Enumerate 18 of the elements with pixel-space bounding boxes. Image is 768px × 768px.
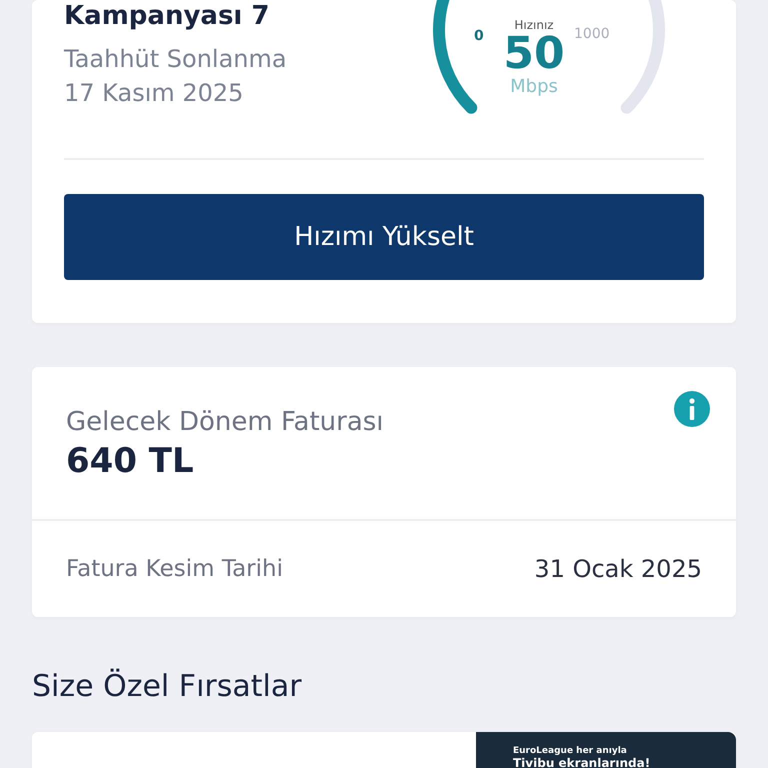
bill-title: Gelecek Dönem Faturası xyxy=(66,407,384,437)
banner-subtitle: EuroLeague her anıyla xyxy=(513,746,628,756)
cut-date-value: 31 Ocak 2025 xyxy=(534,555,702,583)
gauge-max-label: 1000 xyxy=(574,26,610,42)
cut-date-label: Fatura Kesim Tarihi xyxy=(66,556,283,582)
speed-unit: Mbps xyxy=(510,76,558,97)
commitment-label: Taahhüt Sonlanma xyxy=(64,44,287,75)
speed-value: 50 xyxy=(503,32,565,76)
speed-label: Hızınız xyxy=(514,18,554,32)
bill-amount: 640 TL xyxy=(66,441,195,481)
offers-heading: Size Özel Fırsatlar xyxy=(32,669,303,704)
offer-banner[interactable]: EuroLeague her anıyla Tivibu ekranlarında! xyxy=(32,732,736,768)
gauge-min-label: 0 xyxy=(474,28,484,44)
info-icon[interactable] xyxy=(674,391,710,427)
commitment-date: 17 Kasım 2025 xyxy=(64,78,244,109)
upgrade-speed-button[interactable]: Hızımı Yükselt xyxy=(64,194,704,280)
plan-title: Kampanyası 7 xyxy=(64,0,270,32)
banner-title: Tivibu ekranlarında! xyxy=(513,756,652,768)
